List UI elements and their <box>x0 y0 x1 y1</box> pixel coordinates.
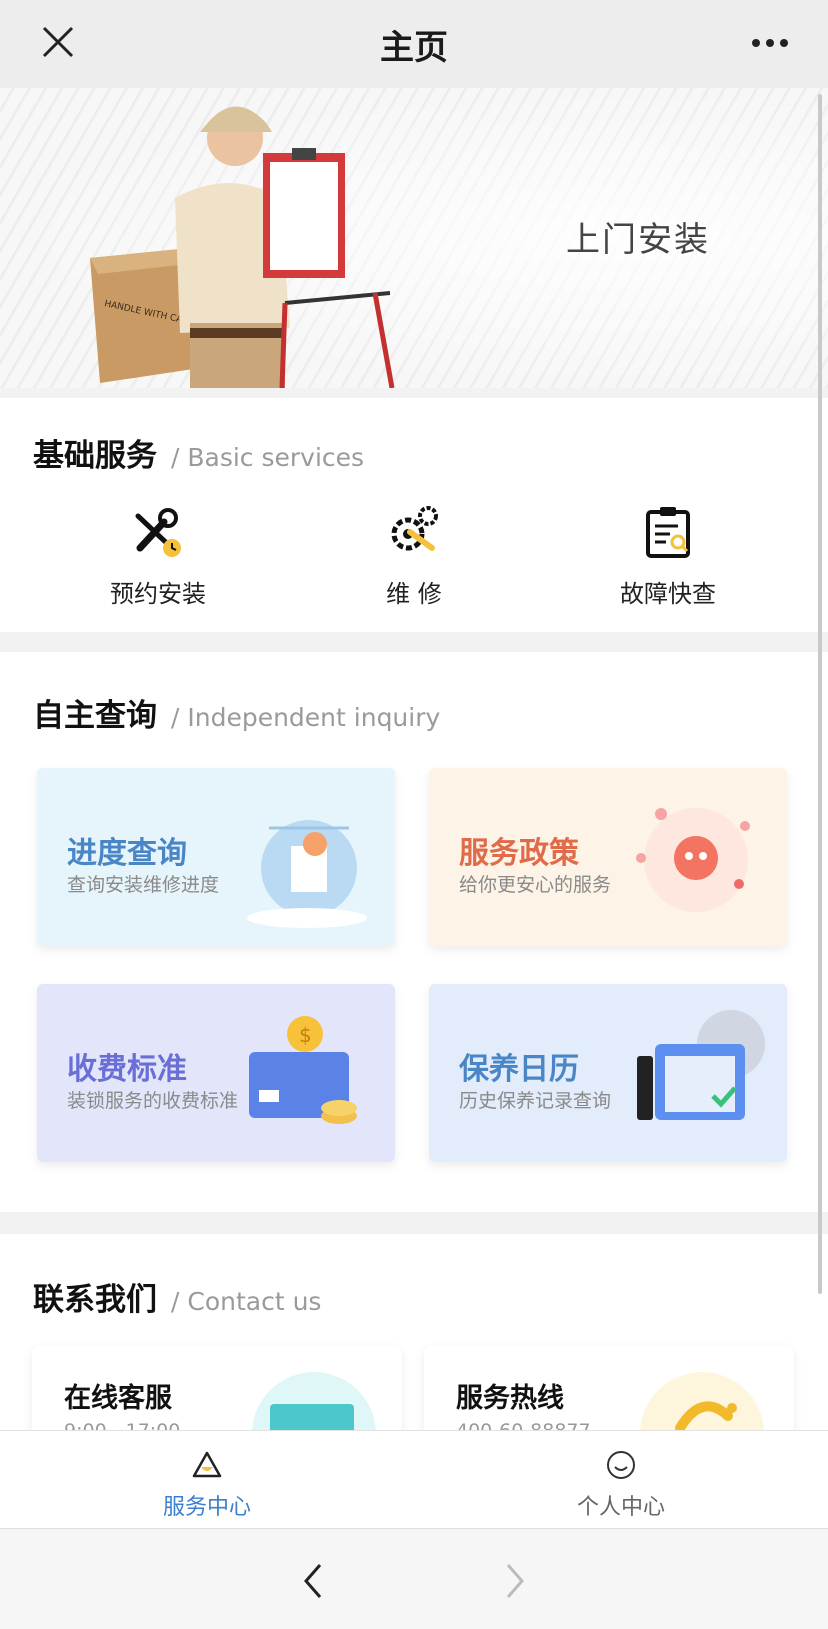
tab-label: 服务中心 <box>162 1495 251 1520</box>
bottom-tab-bar: 服务中心 个人中心 <box>0 1430 828 1529</box>
basic-services-heading: 基础服务 / Basic services <box>33 430 364 475</box>
close-icon[interactable] <box>38 22 78 62</box>
basic-services-subtitle: / Basic services <box>171 443 365 472</box>
banner[interactable]: HANDLE WITH CARE 上门安装 <box>0 88 828 388</box>
chat-heart-illustration <box>636 808 750 912</box>
top-bar: 主页 <box>0 0 828 88</box>
clipboard-search-icon <box>646 507 690 558</box>
basic-services-section: 基础服务 / Basic services 预约安装 维 修 故障快查 <box>0 398 828 632</box>
tab-service-center[interactable]: 服务中心 <box>0 1431 414 1529</box>
progress-search-illustration <box>247 820 367 928</box>
credit-card-coin-illustration: $ <box>249 1016 357 1124</box>
card-title: 收费标准 <box>67 1052 187 1087</box>
inquiry-heading: 自主查询 / Independent inquiry <box>33 690 440 735</box>
tab-personal-center[interactable]: 个人中心 <box>414 1431 828 1529</box>
smiley-face-icon <box>607 1451 635 1479</box>
contact-heading: 联系我们 / Contact us <box>33 1274 321 1319</box>
gear-wrench-icon <box>391 506 438 551</box>
card-subtitle: 给你更安心的服务 <box>459 874 612 896</box>
service-center-icon <box>192 1451 222 1478</box>
card-subtitle: 装锁服务的收费标准 <box>67 1090 239 1112</box>
contact-card-title: 在线客服 <box>64 1383 172 1414</box>
contact-title: 联系我们 <box>33 1282 157 1318</box>
calendar-lock-illustration <box>637 1010 765 1120</box>
card-title: 进度查询 <box>67 836 187 871</box>
card-maintenance-calendar[interactable]: 保养日历 历史保养记录查询 <box>429 984 787 1162</box>
back-arrow-icon[interactable] <box>298 1561 328 1601</box>
contact-subtitle: / Contact us <box>171 1287 322 1316</box>
more-icon[interactable] <box>748 28 792 58</box>
inquiry-section: 自主查询 / Independent inquiry 进度查询 查询安装维修进度… <box>0 652 828 1212</box>
service-label: 预约安装 <box>110 580 206 608</box>
inquiry-title: 自主查询 <box>33 698 157 734</box>
card-fee-standard[interactable]: 收费标准 装锁服务的收费标准 $ <box>37 984 395 1162</box>
service-label: 维 修 <box>386 580 442 608</box>
svg-text:$: $ <box>299 1023 312 1047</box>
wrench-clock-icon <box>135 508 181 557</box>
service-label: 故障快查 <box>620 580 716 608</box>
service-fault-check[interactable]: 故障快查 <box>568 504 768 609</box>
card-title: 保养日历 <box>459 1052 579 1087</box>
contact-section: 联系我们 / Contact us 在线客服 9:00 - 17:00 服务热线… <box>0 1234 828 1496</box>
page-title: 主页 <box>380 27 448 68</box>
delivery-man-image: HANDLE WITH CARE <box>90 106 395 388</box>
service-repair[interactable]: 维 修 <box>314 504 514 609</box>
basic-services-title: 基础服务 <box>33 438 157 474</box>
inquiry-subtitle: / Independent inquiry <box>171 703 441 732</box>
browser-nav-bar <box>0 1528 828 1629</box>
card-subtitle: 查询安装维修进度 <box>67 874 220 896</box>
tab-label: 个人中心 <box>576 1495 665 1520</box>
card-subtitle: 历史保养记录查询 <box>459 1090 612 1112</box>
contact-card-title: 服务热线 <box>456 1383 564 1414</box>
service-appointment-install[interactable]: 预约安装 <box>58 504 258 609</box>
card-service-policy[interactable]: 服务政策 给你更安心的服务 <box>429 768 787 946</box>
card-progress-query[interactable]: 进度查询 查询安装维修进度 <box>37 768 395 946</box>
card-title: 服务政策 <box>459 836 579 871</box>
banner-caption: 上门安装 <box>566 220 710 260</box>
forward-arrow-icon[interactable] <box>500 1561 530 1601</box>
scrollbar[interactable] <box>818 94 822 1294</box>
